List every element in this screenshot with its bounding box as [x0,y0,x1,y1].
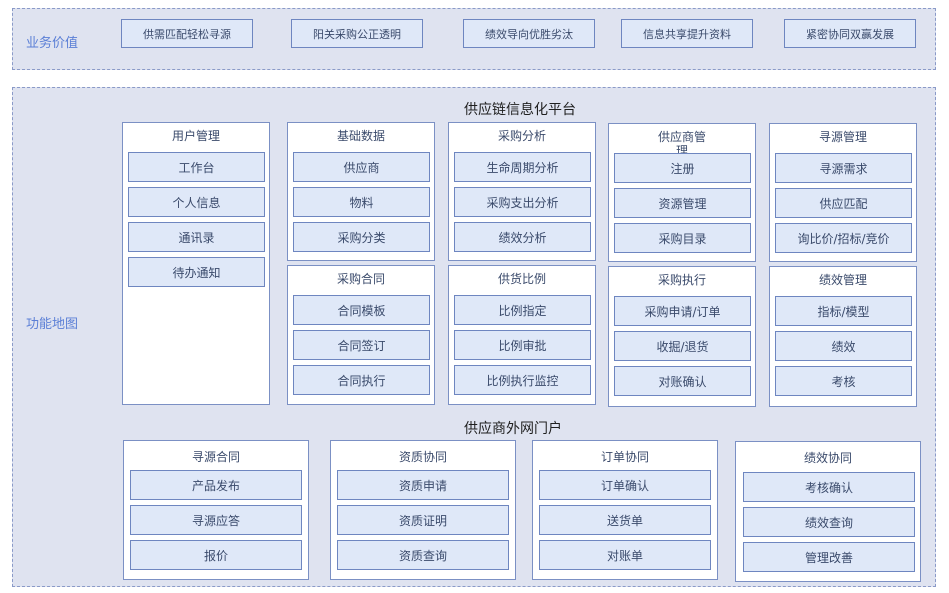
item-qualification-query[interactable]: 资质查询 [337,540,509,570]
item-management-improvement[interactable]: 管理改善 [743,542,915,572]
item-resource-management[interactable]: 资源管理 [614,188,751,218]
module-title: 寻源合同 [191,450,240,464]
value-item-info-sharing: 信息共享提升资料 [621,19,753,48]
module-title: 绩效协同 [803,451,852,465]
item-product-release[interactable]: 产品发布 [130,470,302,500]
item-spend-analysis[interactable]: 采购支出分析 [454,187,591,217]
item-todo-notice[interactable]: 待办通知 [128,257,265,287]
module-user-management: 用户管理 工作台 个人信息 通讯录 待办通知 [122,122,270,405]
item-reconciliation-confirm[interactable]: 对账确认 [614,366,751,396]
value-item-performance-oriented: 绩效导向优胜劣汰 [463,19,595,48]
item-delivery-note[interactable]: 送货单 [539,505,711,535]
module-sourcing-management: 寻源管理 寻源需求 供应匹配 询比价/招标/竞价 [769,123,917,262]
item-qualification-apply[interactable]: 资质申请 [337,470,509,500]
item-order-confirm[interactable]: 订单确认 [539,470,711,500]
item-registration[interactable]: 注册 [614,153,751,183]
item-performance-query[interactable]: 绩效查询 [743,507,915,537]
item-statement[interactable]: 对账单 [539,540,711,570]
item-purchase-request-order[interactable]: 采购申请/订单 [614,296,751,326]
module-basic-data: 基础数据 供应商 物料 采购分类 [287,122,435,261]
item-performance-analysis[interactable]: 绩效分析 [454,222,591,252]
module-title: 用户管理 [171,129,220,143]
item-procurement-catalog[interactable]: 采购目录 [614,223,751,253]
business-value-label: 业务价值 [26,36,79,51]
module-title: 采购合同 [336,272,385,286]
module-performance-management: 绩效管理 指标/模型 绩效 考核 [769,266,917,407]
item-indicator-model[interactable]: 指标/模型 [775,296,912,326]
module-title: 寻源管理 [818,130,867,144]
module-procurement-contract: 采购合同 合同模板 合同签订 合同执行 [287,265,435,405]
module-supplier-management: 供应商管理 注册 资源管理 采购目录 [608,123,756,262]
item-ratio-assignment[interactable]: 比例指定 [454,295,591,325]
item-assessment[interactable]: 考核 [775,366,912,396]
item-assessment-confirm[interactable]: 考核确认 [743,472,915,502]
module-sourcing-contract: 寻源合同 产品发布 寻源应答 报价 [123,440,309,580]
item-workbench[interactable]: 工作台 [128,152,265,182]
item-supplier[interactable]: 供应商 [293,152,430,182]
module-title: 供货比例 [497,272,546,286]
module-performance-collab: 绩效协同 考核确认 绩效查询 管理改善 [735,441,921,582]
item-contract-execution[interactable]: 合同执行 [293,365,430,395]
value-item-close-collaboration: 紧密协同双赢发展 [784,19,916,48]
item-material[interactable]: 物料 [293,187,430,217]
module-supply-ratio: 供货比例 比例指定 比例审批 比例执行监控 [448,265,596,405]
module-title: 绩效管理 [818,273,867,287]
module-order-collab: 订单协同 订单确认 送货单 对账单 [532,440,718,580]
item-procurement-category[interactable]: 采购分类 [293,222,430,252]
item-personal-info[interactable]: 个人信息 [128,187,265,217]
module-procurement-execution: 采购执行 采购申请/订单 收掘/退货 对账确认 [608,266,756,407]
value-item-supply-demand-match: 供需匹配轻松寻源 [121,19,253,48]
item-contacts[interactable]: 通讯录 [128,222,265,252]
item-sourcing-demand[interactable]: 寻源需求 [775,153,912,183]
portal-title: 供应商外网门户 [464,421,562,437]
item-sourcing-response[interactable]: 寻源应答 [130,505,302,535]
platform-title: 供应链信息化平台 [464,102,576,118]
item-qualification-proof[interactable]: 资质证明 [337,505,509,535]
function-map-label: 功能地图 [26,317,79,332]
item-rfq-bidding[interactable]: 询比价/招标/竞价 [775,223,912,253]
item-receipt-return[interactable]: 收掘/退货 [614,331,751,361]
module-title: 供应商管理 [657,130,706,154]
value-item-transparent-procurement: 阳关采购公正透明 [291,19,423,48]
item-performance[interactable]: 绩效 [775,331,912,361]
module-qualification-collab: 资质协同 资质申请 资质证明 资质查询 [330,440,516,580]
business-value-band: 业务价值 供需匹配轻松寻源 阳关采购公正透明 绩效导向优胜劣汰 信息共享提升资料… [12,8,936,70]
item-ratio-monitoring[interactable]: 比例执行监控 [454,365,591,395]
module-title: 订单协同 [600,450,649,464]
item-contract-template[interactable]: 合同模板 [293,295,430,325]
module-title: 基础数据 [336,129,385,143]
item-quotation[interactable]: 报价 [130,540,302,570]
item-ratio-approval[interactable]: 比例审批 [454,330,591,360]
module-title: 采购执行 [657,273,706,287]
module-procurement-analysis: 采购分析 生命周期分析 采购支出分析 绩效分析 [448,122,596,261]
module-title: 资质协同 [398,450,447,464]
item-contract-signing[interactable]: 合同签订 [293,330,430,360]
item-supply-matching[interactable]: 供应匹配 [775,188,912,218]
item-lifecycle-analysis[interactable]: 生命周期分析 [454,152,591,182]
module-title: 采购分析 [497,129,546,143]
